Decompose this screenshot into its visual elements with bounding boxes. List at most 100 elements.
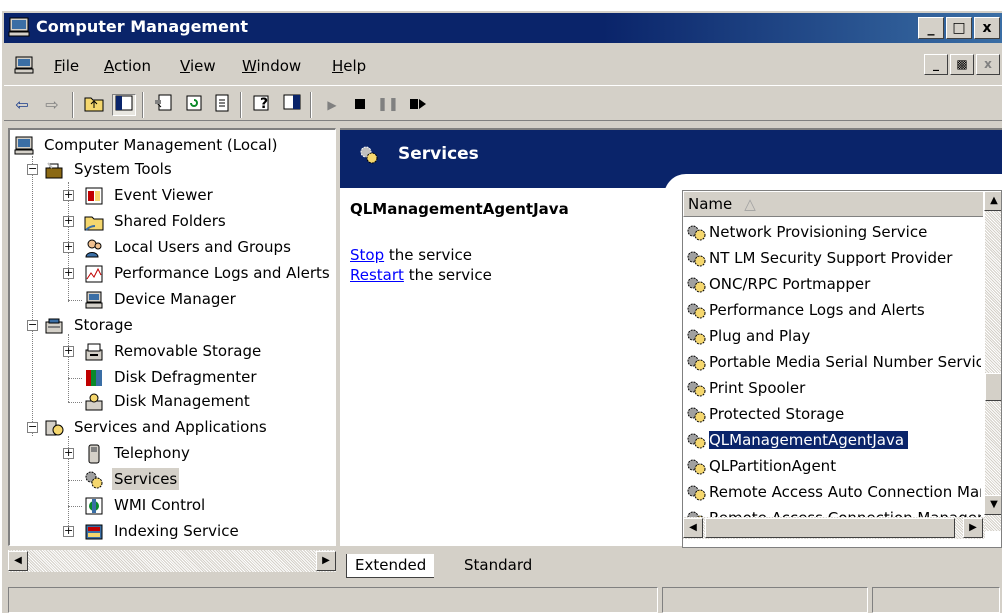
close-button[interactable]: x bbox=[974, 17, 1000, 39]
console-icon[interactable] bbox=[14, 56, 34, 74]
properties-icon[interactable] bbox=[152, 94, 176, 116]
menu-view[interactable]: View bbox=[180, 57, 216, 75]
list-item[interactable]: Portable Media Serial Number Service bbox=[685, 349, 981, 375]
service-name: Remote Access Auto Connection Manager bbox=[709, 483, 981, 501]
child-restore-button[interactable]: ▩ bbox=[950, 54, 974, 75]
scroll-right-icon[interactable]: ▶ bbox=[963, 518, 983, 538]
help-icon[interactable]: ? bbox=[250, 94, 274, 116]
list-item[interactable]: Print Spooler bbox=[685, 375, 981, 401]
list-horizontal-scrollbar[interactable]: ◀ ▶ bbox=[683, 517, 985, 539]
expand-icon[interactable]: + bbox=[63, 525, 74, 537]
selected-service-name: QLManagementAgentJava bbox=[350, 200, 569, 218]
start-service-icon[interactable]: ▶ bbox=[320, 94, 344, 116]
tree-label: Disk Defragmenter bbox=[114, 368, 257, 386]
toolbar-separator bbox=[310, 92, 312, 118]
menu-bar: File Action View Window Help _ ▩ x bbox=[4, 50, 1002, 80]
scroll-down-icon[interactable]: ▼ bbox=[984, 495, 1001, 515]
tree-label: Local Users and Groups bbox=[114, 238, 291, 256]
tab-standard[interactable]: Standard bbox=[456, 554, 540, 578]
service-gear-icon bbox=[687, 329, 706, 344]
expand-icon[interactable]: + bbox=[63, 241, 74, 253]
menu-help[interactable]: Help bbox=[332, 57, 366, 75]
list-item[interactable]: Performance Logs and Alerts bbox=[685, 297, 981, 323]
menu-action[interactable]: Action bbox=[104, 57, 151, 75]
pause-service-icon[interactable]: ❚❚ bbox=[376, 94, 400, 116]
svg-text:?: ? bbox=[260, 96, 268, 112]
toolbar-separator bbox=[240, 92, 242, 118]
menu-file[interactable]: File bbox=[54, 57, 79, 75]
export-list-icon[interactable] bbox=[210, 94, 234, 116]
child-minimize-button[interactable]: _ bbox=[924, 54, 948, 75]
service-name: Performance Logs and Alerts bbox=[709, 301, 925, 319]
list-vertical-scrollbar[interactable]: ▲ ▼ bbox=[984, 191, 1001, 531]
gears-icon bbox=[85, 471, 103, 489]
collapse-icon[interactable]: − bbox=[27, 319, 38, 331]
toolbar-separator bbox=[142, 92, 144, 118]
event-viewer-icon bbox=[85, 187, 103, 205]
tree-connector bbox=[68, 480, 82, 481]
menu-window[interactable]: Window bbox=[242, 57, 301, 75]
refresh-icon[interactable] bbox=[182, 94, 206, 116]
tree-label: WMI Control bbox=[114, 496, 206, 514]
service-name: QLPartitionAgent bbox=[709, 457, 837, 475]
service-name: Portable Media Serial Number Service bbox=[709, 353, 981, 371]
scroll-left-icon[interactable]: ◀ bbox=[683, 518, 703, 538]
status-panel bbox=[8, 587, 658, 613]
list-item[interactable]: Protected Storage bbox=[685, 401, 981, 427]
list-item[interactable]: Plug and Play bbox=[685, 323, 981, 349]
restart-service-link[interactable]: Restart bbox=[350, 266, 404, 284]
tree-connector bbox=[68, 402, 82, 403]
list-item[interactable]: Remote Access Auto Connection Manager bbox=[685, 479, 981, 505]
service-gear-icon bbox=[687, 433, 706, 448]
maximize-button[interactable]: □ bbox=[946, 17, 972, 39]
list-item[interactable]: QLPartitionAgent bbox=[685, 453, 981, 479]
expand-icon[interactable]: + bbox=[63, 447, 74, 459]
list-item[interactable]: QLManagementAgentJava bbox=[685, 427, 981, 453]
service-gear-icon bbox=[687, 459, 706, 474]
tree-label: Shared Folders bbox=[114, 212, 226, 230]
restart-service-icon[interactable] bbox=[406, 94, 430, 116]
tree-label: Event Viewer bbox=[114, 186, 213, 204]
expand-icon[interactable]: + bbox=[63, 345, 74, 357]
collapse-icon[interactable]: − bbox=[27, 163, 38, 175]
expand-icon[interactable]: + bbox=[63, 215, 74, 227]
name-column-header[interactable]: Name △ bbox=[683, 191, 983, 217]
sort-ascending-icon: △ bbox=[744, 195, 756, 213]
stop-service-link[interactable]: Stop bbox=[350, 246, 384, 264]
restart-service-line: Restart the service bbox=[350, 266, 492, 284]
indexing-service-icon bbox=[85, 524, 103, 540]
list-item[interactable]: Network Provisioning Service bbox=[685, 219, 981, 245]
service-gear-icon bbox=[687, 407, 706, 422]
back-arrow-icon[interactable]: ⇦ bbox=[10, 94, 34, 116]
collapse-icon[interactable]: − bbox=[27, 421, 38, 433]
scroll-thumb[interactable] bbox=[705, 518, 955, 538]
title-bar[interactable]: Computer Management _ □ x bbox=[4, 13, 1002, 43]
scroll-up-icon[interactable]: ▲ bbox=[984, 191, 1001, 211]
list-item[interactable]: ONC/RPC Portmapper bbox=[685, 271, 981, 297]
tree-label: Performance Logs and Alerts bbox=[114, 264, 330, 282]
scroll-right-icon[interactable]: ▶ bbox=[316, 551, 336, 571]
child-close-button[interactable]: x bbox=[976, 54, 1000, 75]
restart-service-text: the service bbox=[403, 266, 492, 284]
toolbar-separator bbox=[72, 92, 74, 118]
wmi-icon bbox=[85, 497, 103, 515]
up-folder-icon[interactable] bbox=[82, 94, 106, 116]
details-pane: Services QLManagementAgentJava Stop the … bbox=[340, 128, 1002, 548]
tree-label: Services and Applications bbox=[74, 418, 267, 436]
tab-extended[interactable]: Extended bbox=[346, 554, 435, 578]
tree-horizontal-scrollbar[interactable]: ◀ ▶ bbox=[8, 550, 336, 572]
services-header-title: Services bbox=[398, 144, 479, 164]
expand-icon[interactable]: + bbox=[63, 189, 74, 201]
service-name: Print Spooler bbox=[709, 379, 806, 397]
list-item[interactable]: NT LM Security Support Provider bbox=[685, 245, 981, 271]
scroll-thumb[interactable] bbox=[985, 373, 1001, 401]
stop-service-icon[interactable] bbox=[348, 94, 372, 116]
minimize-button[interactable]: _ bbox=[918, 17, 944, 39]
scroll-left-icon[interactable]: ◀ bbox=[8, 551, 28, 571]
service-gear-icon bbox=[687, 303, 706, 318]
show-hide-action-pane-icon[interactable] bbox=[280, 94, 304, 116]
forward-arrow-icon[interactable]: ⇨ bbox=[40, 94, 64, 116]
expand-icon[interactable]: + bbox=[63, 267, 74, 279]
services-list: Name △ Network Provisioning Service NT LM … bbox=[682, 190, 1002, 548]
show-hide-tree-icon[interactable] bbox=[112, 94, 136, 116]
